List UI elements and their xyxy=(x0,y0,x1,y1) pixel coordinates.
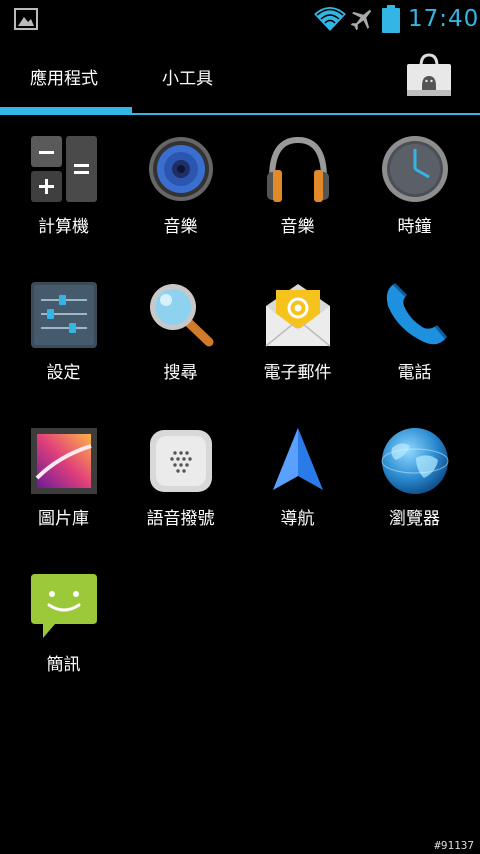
app-browser[interactable]: 瀏覽器 xyxy=(356,426,473,556)
airplane-icon xyxy=(350,9,372,31)
app-settings[interactable]: 設定 xyxy=(5,280,122,410)
app-search[interactable]: 搜尋 xyxy=(122,280,239,410)
headphones-icon xyxy=(267,136,329,202)
tab-apps[interactable]: 應用程式 xyxy=(30,64,98,89)
navigation-arrow-icon xyxy=(273,428,323,490)
app-label: 時鐘 xyxy=(397,217,432,237)
app-music-speaker[interactable]: 音樂 xyxy=(122,134,239,264)
calculator-icon xyxy=(31,136,97,202)
app-label: 瀏覽器 xyxy=(389,509,440,529)
app-messaging[interactable]: 簡訊 xyxy=(5,572,122,702)
battery-icon xyxy=(382,5,400,33)
wifi-icon xyxy=(314,7,346,31)
email-envelope-icon xyxy=(265,284,331,347)
browser-globe-icon xyxy=(381,428,449,494)
app-calculator[interactable]: 計算機 xyxy=(5,134,122,264)
settings-sliders-icon xyxy=(31,282,97,348)
app-phone[interactable]: 電話 xyxy=(356,280,473,410)
app-music-headphones[interactable]: 音樂 xyxy=(239,134,356,264)
voice-dialer-icon xyxy=(150,430,212,492)
play-store-bag-icon[interactable] xyxy=(404,52,454,98)
magnifier-icon xyxy=(150,284,214,347)
speaker-icon xyxy=(149,137,213,201)
watermark: #91137 xyxy=(434,839,474,852)
app-navigation[interactable]: 導航 xyxy=(239,426,356,556)
clock-time: 17:40 xyxy=(408,6,480,32)
app-email[interactable]: 電子郵件 xyxy=(239,280,356,410)
status-bar: 17:40 xyxy=(0,0,480,38)
app-label: 設定 xyxy=(46,363,81,383)
gallery-icon xyxy=(31,428,97,494)
app-label: 圖片庫 xyxy=(38,509,89,529)
app-drawer-tabs: 應用程式 小工具 xyxy=(0,38,480,116)
app-label: 簡訊 xyxy=(46,655,81,675)
clock-icon xyxy=(382,136,448,202)
app-voice-dialer[interactable]: 語音撥號 xyxy=(122,426,239,556)
app-label: 電話 xyxy=(397,363,432,383)
app-clock[interactable]: 時鐘 xyxy=(356,134,473,264)
app-label: 語音撥號 xyxy=(146,509,215,529)
app-gallery[interactable]: 圖片庫 xyxy=(5,426,122,556)
tab-divider xyxy=(0,113,480,115)
gallery-notification-icon xyxy=(14,8,38,30)
app-label: 音樂 xyxy=(163,217,198,237)
messaging-bubble-icon xyxy=(31,574,97,638)
app-label: 音樂 xyxy=(280,217,315,237)
app-label: 導航 xyxy=(280,509,315,529)
tab-widgets[interactable]: 小工具 xyxy=(162,64,213,89)
app-label: 計算機 xyxy=(38,217,89,237)
phone-handset-icon xyxy=(386,282,448,345)
app-label: 搜尋 xyxy=(163,363,198,383)
app-label: 電子郵件 xyxy=(263,363,332,383)
